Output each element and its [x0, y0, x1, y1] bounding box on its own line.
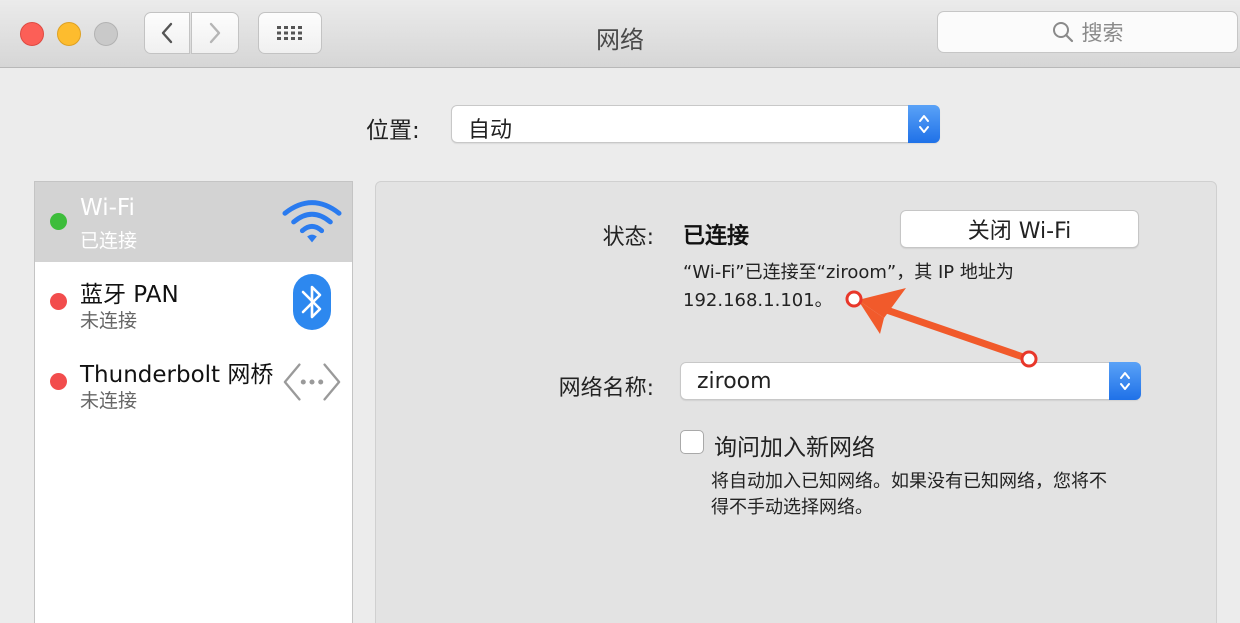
network-name-select[interactable]: ziroom: [680, 362, 1141, 400]
title-bar: 网络 搜索: [0, 0, 1240, 68]
ask-join-checkbox[interactable]: [680, 430, 704, 454]
service-name: Wi-Fi: [80, 195, 135, 221]
service-status: 已连接: [80, 230, 138, 252]
up-down-chevron-icon: [919, 115, 929, 133]
ask-join-label[interactable]: 询问加入新网络: [714, 428, 875, 462]
service-name: Thunderbolt 网桥: [80, 362, 274, 388]
search-icon: [1052, 22, 1073, 43]
status-description: “Wi-Fi”已连接至“ziroom”，其 IP 地址为 192.168.1.1…: [683, 259, 1103, 315]
bluetooth-icon: [282, 274, 342, 330]
status-description-line: 192.168.1.101。: [683, 290, 833, 311]
service-name: 蓝牙 PAN: [80, 282, 179, 308]
up-down-chevron-icon: [1120, 372, 1130, 390]
status-dot: [50, 373, 67, 390]
location-stepper[interactable]: [908, 105, 940, 143]
service-item-thunderbolt-bridge[interactable]: Thunderbolt 网桥 未连接: [35, 342, 352, 422]
wifi-icon: [282, 196, 342, 248]
ask-join-description: 将自动加入已知网络。如果没有已知网络，您将不 得不手动选择网络。: [711, 469, 1141, 521]
turn-off-wifi-button[interactable]: 关闭 Wi-Fi: [900, 210, 1139, 248]
service-item-wifi[interactable]: Wi-Fi 已连接: [35, 182, 352, 262]
status-value: 已连接: [683, 224, 750, 249]
ask-join-description-line: 将自动加入已知网络。如果没有已知网络，您将不: [711, 471, 1107, 492]
network-name-stepper[interactable]: [1109, 362, 1141, 400]
service-item-bluetooth-pan[interactable]: 蓝牙 PAN 未连接: [35, 262, 352, 342]
search-placeholder: 搜索: [1081, 21, 1124, 45]
service-list: Wi-Fi 已连接 蓝牙 PAN 未连接 Thunderbolt 网桥 未连接: [34, 181, 353, 623]
status-dot: [50, 293, 67, 310]
ask-join-description-line: 得不手动选择网络。: [711, 497, 873, 518]
service-status: 未连接: [80, 310, 138, 332]
status-description-line: “Wi-Fi”已连接至“ziroom”，其 IP 地址为: [683, 262, 1014, 283]
thunderbolt-bridge-icon: [282, 356, 342, 408]
status-label: 状态:: [602, 225, 654, 250]
location-label: 位置:: [366, 118, 420, 144]
network-name-value: ziroom: [697, 369, 772, 394]
location-select[interactable]: 自动: [451, 105, 940, 143]
network-name-label: 网络名称:: [558, 376, 654, 401]
search-input[interactable]: 搜索: [937, 11, 1238, 53]
location-value: 自动: [468, 118, 513, 143]
status-dot: [50, 213, 67, 230]
service-status: 未连接: [80, 390, 138, 412]
